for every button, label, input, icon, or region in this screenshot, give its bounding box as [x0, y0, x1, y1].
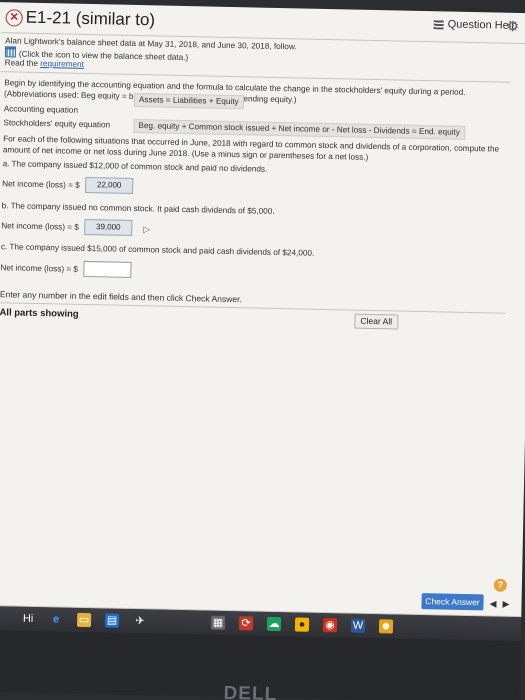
file-explorer-icon[interactable]: ▭: [76, 612, 92, 628]
accounting-equation-field: Assets = Liabilities + Equity: [133, 92, 244, 110]
app-icon-red[interactable]: ⟳: [238, 616, 254, 631]
mail-icon[interactable]: ✈: [133, 614, 147, 628]
list-icon: [433, 19, 444, 29]
requirement-row: Read the requirement: [5, 57, 84, 70]
taskbar-icon-ime[interactable]: Hi: [21, 612, 35, 626]
part-a-text: a. The company issued $12,000 of common …: [2, 159, 268, 174]
part-a-label: Net income (loss) = $: [2, 179, 80, 190]
app-icon-green[interactable]: ☁: [266, 616, 282, 632]
part-c-text: c. The company issued $15,000 of common …: [0, 242, 315, 258]
word-icon[interactable]: W: [350, 618, 366, 633]
part-b-input[interactable]: 39,000: [84, 218, 133, 236]
part-c-input[interactable]: [83, 260, 132, 278]
requirement-link[interactable]: requirement: [40, 59, 84, 69]
displayed-screen: ✕ E1-21 (similar to) Question Help ⚙ Ala…: [0, 2, 525, 700]
chrome-icon[interactable]: ●: [294, 617, 310, 632]
edge-browser-icon[interactable]: e: [49, 612, 63, 626]
check-answer-button[interactable]: Check Answer: [421, 593, 484, 611]
next-icon[interactable]: ▶: [502, 599, 509, 610]
part-a-input[interactable]: 22,000: [85, 176, 134, 194]
photo-of-screen: ✕ E1-21 (similar to) Question Help ⚙ Ala…: [0, 0, 525, 700]
clear-all-button[interactable]: Clear All: [354, 313, 399, 330]
gear-icon[interactable]: ⚙: [506, 18, 519, 35]
app-icon-orange[interactable]: ◉: [322, 618, 338, 633]
store-icon[interactable]: ▤: [104, 613, 120, 628]
accounting-equation-label: Accounting equation: [3, 104, 79, 115]
page-title: E1-21 (similar to): [25, 7, 156, 30]
part-b-text: b. The company issued no common stock. I…: [1, 201, 275, 216]
app-icon-yellow[interactable]: ☻: [378, 619, 394, 634]
homework-window: ✕ E1-21 (similar to) Question Help ⚙ Ala…: [0, 2, 525, 618]
previous-icon[interactable]: ◀: [489, 599, 496, 610]
help-icon[interactable]: ?: [493, 578, 508, 592]
se-equation-label: Stockholders' equity equation: [3, 118, 111, 130]
dell-logo: DELL: [223, 682, 278, 700]
calculator-icon[interactable]: ▦: [210, 615, 226, 630]
read-the-label: Read the: [4, 58, 39, 68]
part-b-label: Net income (loss) = $: [1, 221, 79, 232]
mouse-cursor-icon: ▷: [143, 224, 151, 235]
all-parts-showing: All parts showing: [0, 307, 79, 320]
table-icon[interactable]: [4, 46, 17, 58]
begin-instructions: Begin by identifying the accounting equa…: [3, 78, 466, 105]
part-c-label: Net income (loss) = $: [0, 263, 79, 274]
question-help-button[interactable]: Question Help: [433, 18, 517, 32]
close-icon[interactable]: ✕: [5, 9, 23, 27]
